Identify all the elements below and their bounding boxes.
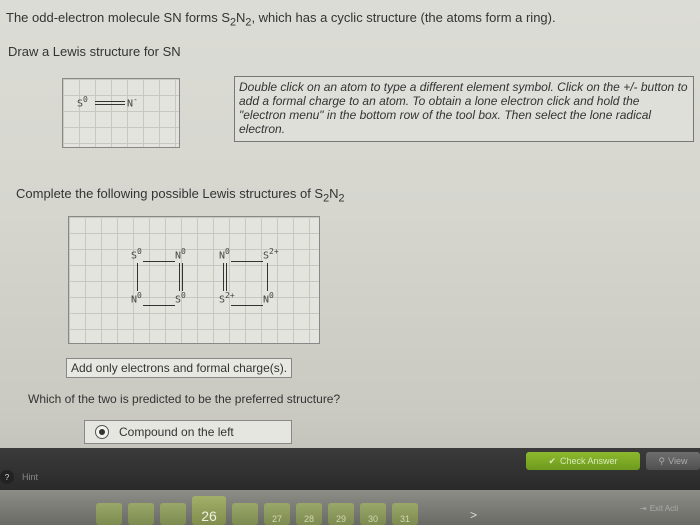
question-text: The odd-electron molecule SN forms S2N2,… — [6, 10, 556, 29]
page-button[interactable]: 30 — [360, 503, 386, 525]
page-button[interactable]: 29 — [328, 503, 354, 525]
page-button[interactable] — [128, 503, 154, 525]
exit-icon: ⇥ — [640, 504, 647, 513]
preferred-structure-prompt: Which of the two is predicted to be the … — [28, 392, 341, 406]
page-button[interactable]: 28 — [296, 503, 322, 525]
left-bond-right-b — [182, 263, 183, 291]
left-atom-tl[interactable]: S0 — [131, 247, 142, 261]
add-only-label: Add only electrons and formal charge(s). — [66, 358, 293, 378]
left-bond-top — [143, 261, 175, 262]
answer-label: Compound on the left — [119, 425, 234, 439]
right-bond-bottom — [231, 305, 263, 306]
page-button[interactable]: 27 — [264, 503, 290, 525]
left-atom-bl[interactable]: N0 — [131, 291, 142, 305]
left-bond-bottom — [143, 305, 175, 306]
next-page-button[interactable]: > — [470, 508, 477, 522]
answer-selector[interactable]: Compound on the left — [84, 420, 292, 444]
exit-activity-button[interactable]: ⇥ Exit Acti — [640, 504, 678, 513]
right-bond-left-b — [226, 263, 227, 291]
complete-prompt: Complete the following possible Lewis st… — [16, 186, 345, 205]
hint-icon: ? — [0, 470, 14, 484]
page-button-current[interactable]: 26 — [192, 496, 226, 525]
page-navigation: 26 27 28 29 30 31 — [96, 496, 418, 525]
sn-atom-s[interactable]: S0 — [77, 95, 88, 109]
hint-button[interactable]: ? Hint — [0, 470, 38, 484]
checkmark-icon: ✔ — [548, 455, 556, 466]
sn-double-bond-bottom — [95, 104, 125, 105]
sn-double-bond-top — [95, 101, 125, 102]
right-atom-bl[interactable]: S2+ — [219, 291, 235, 305]
left-bond-left — [137, 263, 138, 291]
page-button[interactable] — [160, 503, 186, 525]
right-bond-top — [231, 261, 263, 262]
left-bond-right-a — [179, 263, 180, 291]
check-answer-button[interactable]: ✔ Check Answer — [526, 452, 640, 470]
right-atom-tl[interactable]: N0 — [219, 247, 230, 261]
sn-drawing-canvas[interactable]: S0 N- — [62, 78, 180, 148]
left-atom-tr[interactable]: N0 — [175, 247, 186, 261]
right-atom-tr[interactable]: S2+ — [263, 247, 279, 261]
left-atom-br[interactable]: S0 — [175, 291, 186, 305]
s2n2-drawing-canvas[interactable]: S0 N0 N0 S0 N0 S2+ S2+ N0 — [68, 216, 320, 344]
draw-prompt: Draw a Lewis structure for SN — [8, 44, 181, 59]
view-button[interactable]: ⚲ View — [646, 452, 700, 470]
location-pin-icon: ⚲ — [658, 455, 666, 466]
right-bond-right — [267, 263, 268, 291]
page-button[interactable]: 31 — [392, 503, 418, 525]
radio-selected-icon[interactable] — [95, 425, 109, 439]
sn-atom-n[interactable]: N- — [127, 95, 138, 109]
page-button[interactable] — [232, 503, 258, 525]
right-atom-br[interactable]: N0 — [263, 291, 274, 305]
page-button[interactable] — [96, 503, 122, 525]
right-bond-left-a — [223, 263, 224, 291]
instructions-box: Double click on an atom to type a differ… — [234, 76, 694, 142]
